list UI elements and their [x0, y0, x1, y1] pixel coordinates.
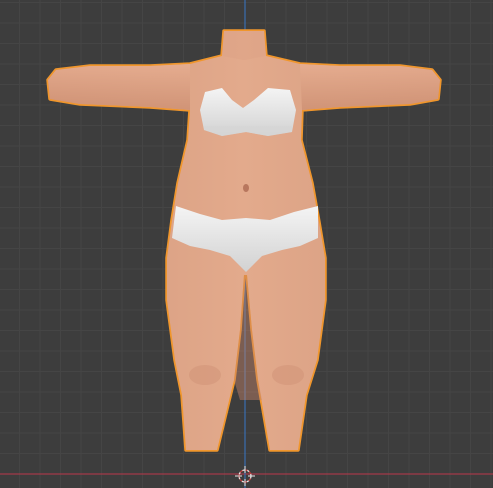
navel	[243, 184, 249, 192]
viewport-canvas[interactable]	[0, 0, 493, 488]
human-body-mesh[interactable]	[46, 29, 442, 452]
neck	[222, 31, 266, 60]
right-knee	[272, 365, 304, 385]
left-knee	[189, 365, 221, 385]
3d-viewport[interactable]	[0, 0, 493, 488]
